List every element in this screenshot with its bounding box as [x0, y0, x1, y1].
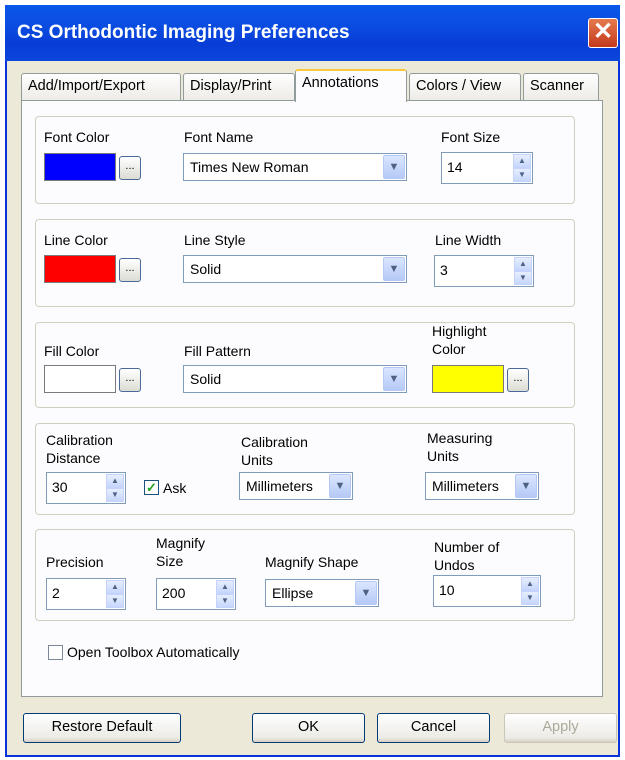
measuring-units-dropdown[interactable]: Millimeters ▼ [425, 472, 539, 500]
fill-color-label: Fill Color [44, 343, 100, 359]
font-color-label: Font Color [44, 129, 110, 145]
font-group: Font Color ... Font Name Times New Roman… [35, 116, 575, 204]
magnify-size-label-line2: Size [156, 553, 184, 569]
spin-up-icon[interactable]: ▲ [106, 474, 124, 488]
font-size-value: 14 [447, 159, 463, 175]
spin-up-icon[interactable]: ▲ [513, 154, 531, 168]
line-group: Line Color ... Line Style Solid ▼ Line W… [35, 219, 575, 307]
spin-down-icon[interactable]: ▼ [514, 271, 532, 285]
chevron-down-icon[interactable]: ▼ [383, 367, 405, 391]
magnify-shape-label: Magnify Shape [265, 554, 359, 570]
font-color-picker-button[interactable]: ... [119, 156, 141, 180]
precision-label: Precision [46, 554, 104, 570]
calibration-units-label-line1: Calibration [241, 434, 308, 450]
undos-spinner[interactable]: 10 ▲ ▼ [433, 575, 541, 607]
chevron-down-icon[interactable]: ▼ [329, 474, 351, 498]
calibration-distance-spinner[interactable]: 30 ▲ ▼ [46, 472, 126, 504]
font-name-label: Font Name [184, 129, 254, 145]
calibration-distance-label-line2: Distance [46, 450, 101, 466]
preferences-dialog: CS Orthodontic Imaging Preferences ✕ Add… [5, 5, 620, 757]
chevron-down-icon[interactable]: ▼ [515, 474, 537, 498]
line-color-swatch[interactable] [44, 255, 116, 283]
measuring-units-label-line1: Measuring [427, 430, 493, 446]
fill-color-swatch[interactable] [44, 365, 116, 393]
spin-down-icon[interactable]: ▼ [106, 488, 124, 502]
measuring-units-value: Millimeters [432, 478, 499, 494]
highlight-color-label-line1: Highlight [432, 323, 487, 339]
font-size-label: Font Size [441, 129, 501, 145]
calibration-distance-value: 30 [52, 479, 68, 495]
font-name-dropdown[interactable]: Times New Roman ▼ [183, 153, 407, 181]
chevron-down-icon[interactable]: ▼ [383, 257, 405, 281]
undos-value: 10 [439, 582, 455, 598]
chevron-down-icon[interactable]: ▼ [383, 155, 405, 179]
fill-pattern-label: Fill Pattern [184, 343, 251, 359]
title-bar[interactable]: CS Orthodontic Imaging Preferences ✕ [5, 5, 620, 61]
spin-up-icon[interactable]: ▲ [514, 257, 532, 271]
ask-checkbox[interactable]: ✓ [144, 480, 159, 495]
line-width-label: Line Width [435, 232, 502, 248]
line-style-label: Line Style [184, 232, 246, 248]
magnify-shape-value: Ellipse [272, 585, 314, 601]
close-icon[interactable]: ✕ [588, 18, 618, 48]
font-color-swatch[interactable] [44, 153, 116, 181]
highlight-color-swatch[interactable] [432, 365, 504, 393]
restore-default-button[interactable]: Restore Default [23, 713, 181, 743]
measuring-units-label-line2: Units [427, 448, 459, 464]
precision-value: 2 [52, 585, 60, 601]
undos-label-line1: Number of [434, 539, 500, 555]
tab-colors-view[interactable]: Colors / View [409, 73, 521, 101]
line-color-picker-button[interactable]: ... [119, 258, 141, 282]
open-toolbox-checkbox[interactable] [48, 645, 63, 660]
fill-pattern-dropdown[interactable]: Solid ▼ [183, 365, 407, 393]
tab-scanner[interactable]: Scanner [523, 73, 599, 101]
line-color-label: Line Color [44, 232, 108, 248]
magnify-size-spinner[interactable]: 200 ▲ ▼ [156, 578, 236, 610]
precision-spinner[interactable]: 2 ▲ ▼ [46, 578, 126, 610]
spin-up-icon[interactable]: ▲ [521, 577, 539, 591]
cancel-button[interactable]: Cancel [377, 713, 490, 743]
fill-pattern-value: Solid [190, 371, 222, 387]
line-width-value: 3 [440, 262, 448, 278]
calibration-units-dropdown[interactable]: Millimeters ▼ [239, 472, 353, 500]
spin-down-icon[interactable]: ▼ [513, 168, 531, 182]
calibration-units-label-line2: Units [241, 452, 273, 468]
ok-button[interactable]: OK [252, 713, 365, 743]
magnify-size-value: 200 [162, 585, 186, 601]
spin-up-icon[interactable]: ▲ [106, 580, 124, 594]
line-style-dropdown[interactable]: Solid ▼ [183, 255, 407, 283]
annotations-panel: Font Color ... Font Name Times New Roman… [21, 100, 603, 697]
open-toolbox-label: Open Toolbox Automatically [67, 644, 240, 660]
apply-button: Apply [504, 713, 617, 743]
tab-display-print[interactable]: Display/Print [183, 73, 295, 101]
calibration-group: Calibration Distance 30 ▲ ▼ ✓ Ask Calibr… [35, 423, 575, 515]
font-size-spinner[interactable]: 14 ▲ ▼ [441, 152, 533, 184]
ask-label: Ask [163, 480, 187, 496]
line-style-value: Solid [190, 261, 222, 277]
tab-annotations[interactable]: Annotations [295, 69, 407, 102]
highlight-color-picker-button[interactable]: ... [507, 368, 529, 392]
undos-label-line2: Undos [434, 557, 475, 573]
highlight-color-label-line2: Color [432, 341, 466, 357]
spin-down-icon[interactable]: ▼ [521, 591, 539, 605]
chevron-down-icon[interactable]: ▼ [355, 581, 377, 605]
magnify-size-label-line1: Magnify [156, 535, 206, 551]
font-name-value: Times New Roman [190, 159, 309, 175]
magnify-group: Precision 2 ▲ ▼ Magnify Size 200 ▲ ▼ Mag… [35, 529, 575, 621]
fill-color-picker-button[interactable]: ... [119, 368, 141, 392]
magnify-shape-dropdown[interactable]: Ellipse ▼ [265, 579, 379, 607]
calibration-units-value: Millimeters [246, 478, 313, 494]
line-width-spinner[interactable]: 3 ▲ ▼ [434, 255, 534, 287]
spin-up-icon[interactable]: ▲ [216, 580, 234, 594]
calibration-distance-label-line1: Calibration [46, 432, 113, 448]
fill-group: Fill Color ... Fill Pattern Solid ▼ High… [35, 322, 575, 408]
spin-down-icon[interactable]: ▼ [106, 594, 124, 608]
tab-add-import-export[interactable]: Add/Import/Export [21, 73, 181, 101]
spin-down-icon[interactable]: ▼ [216, 594, 234, 608]
window-title: CS Orthodontic Imaging Preferences [17, 22, 350, 43]
